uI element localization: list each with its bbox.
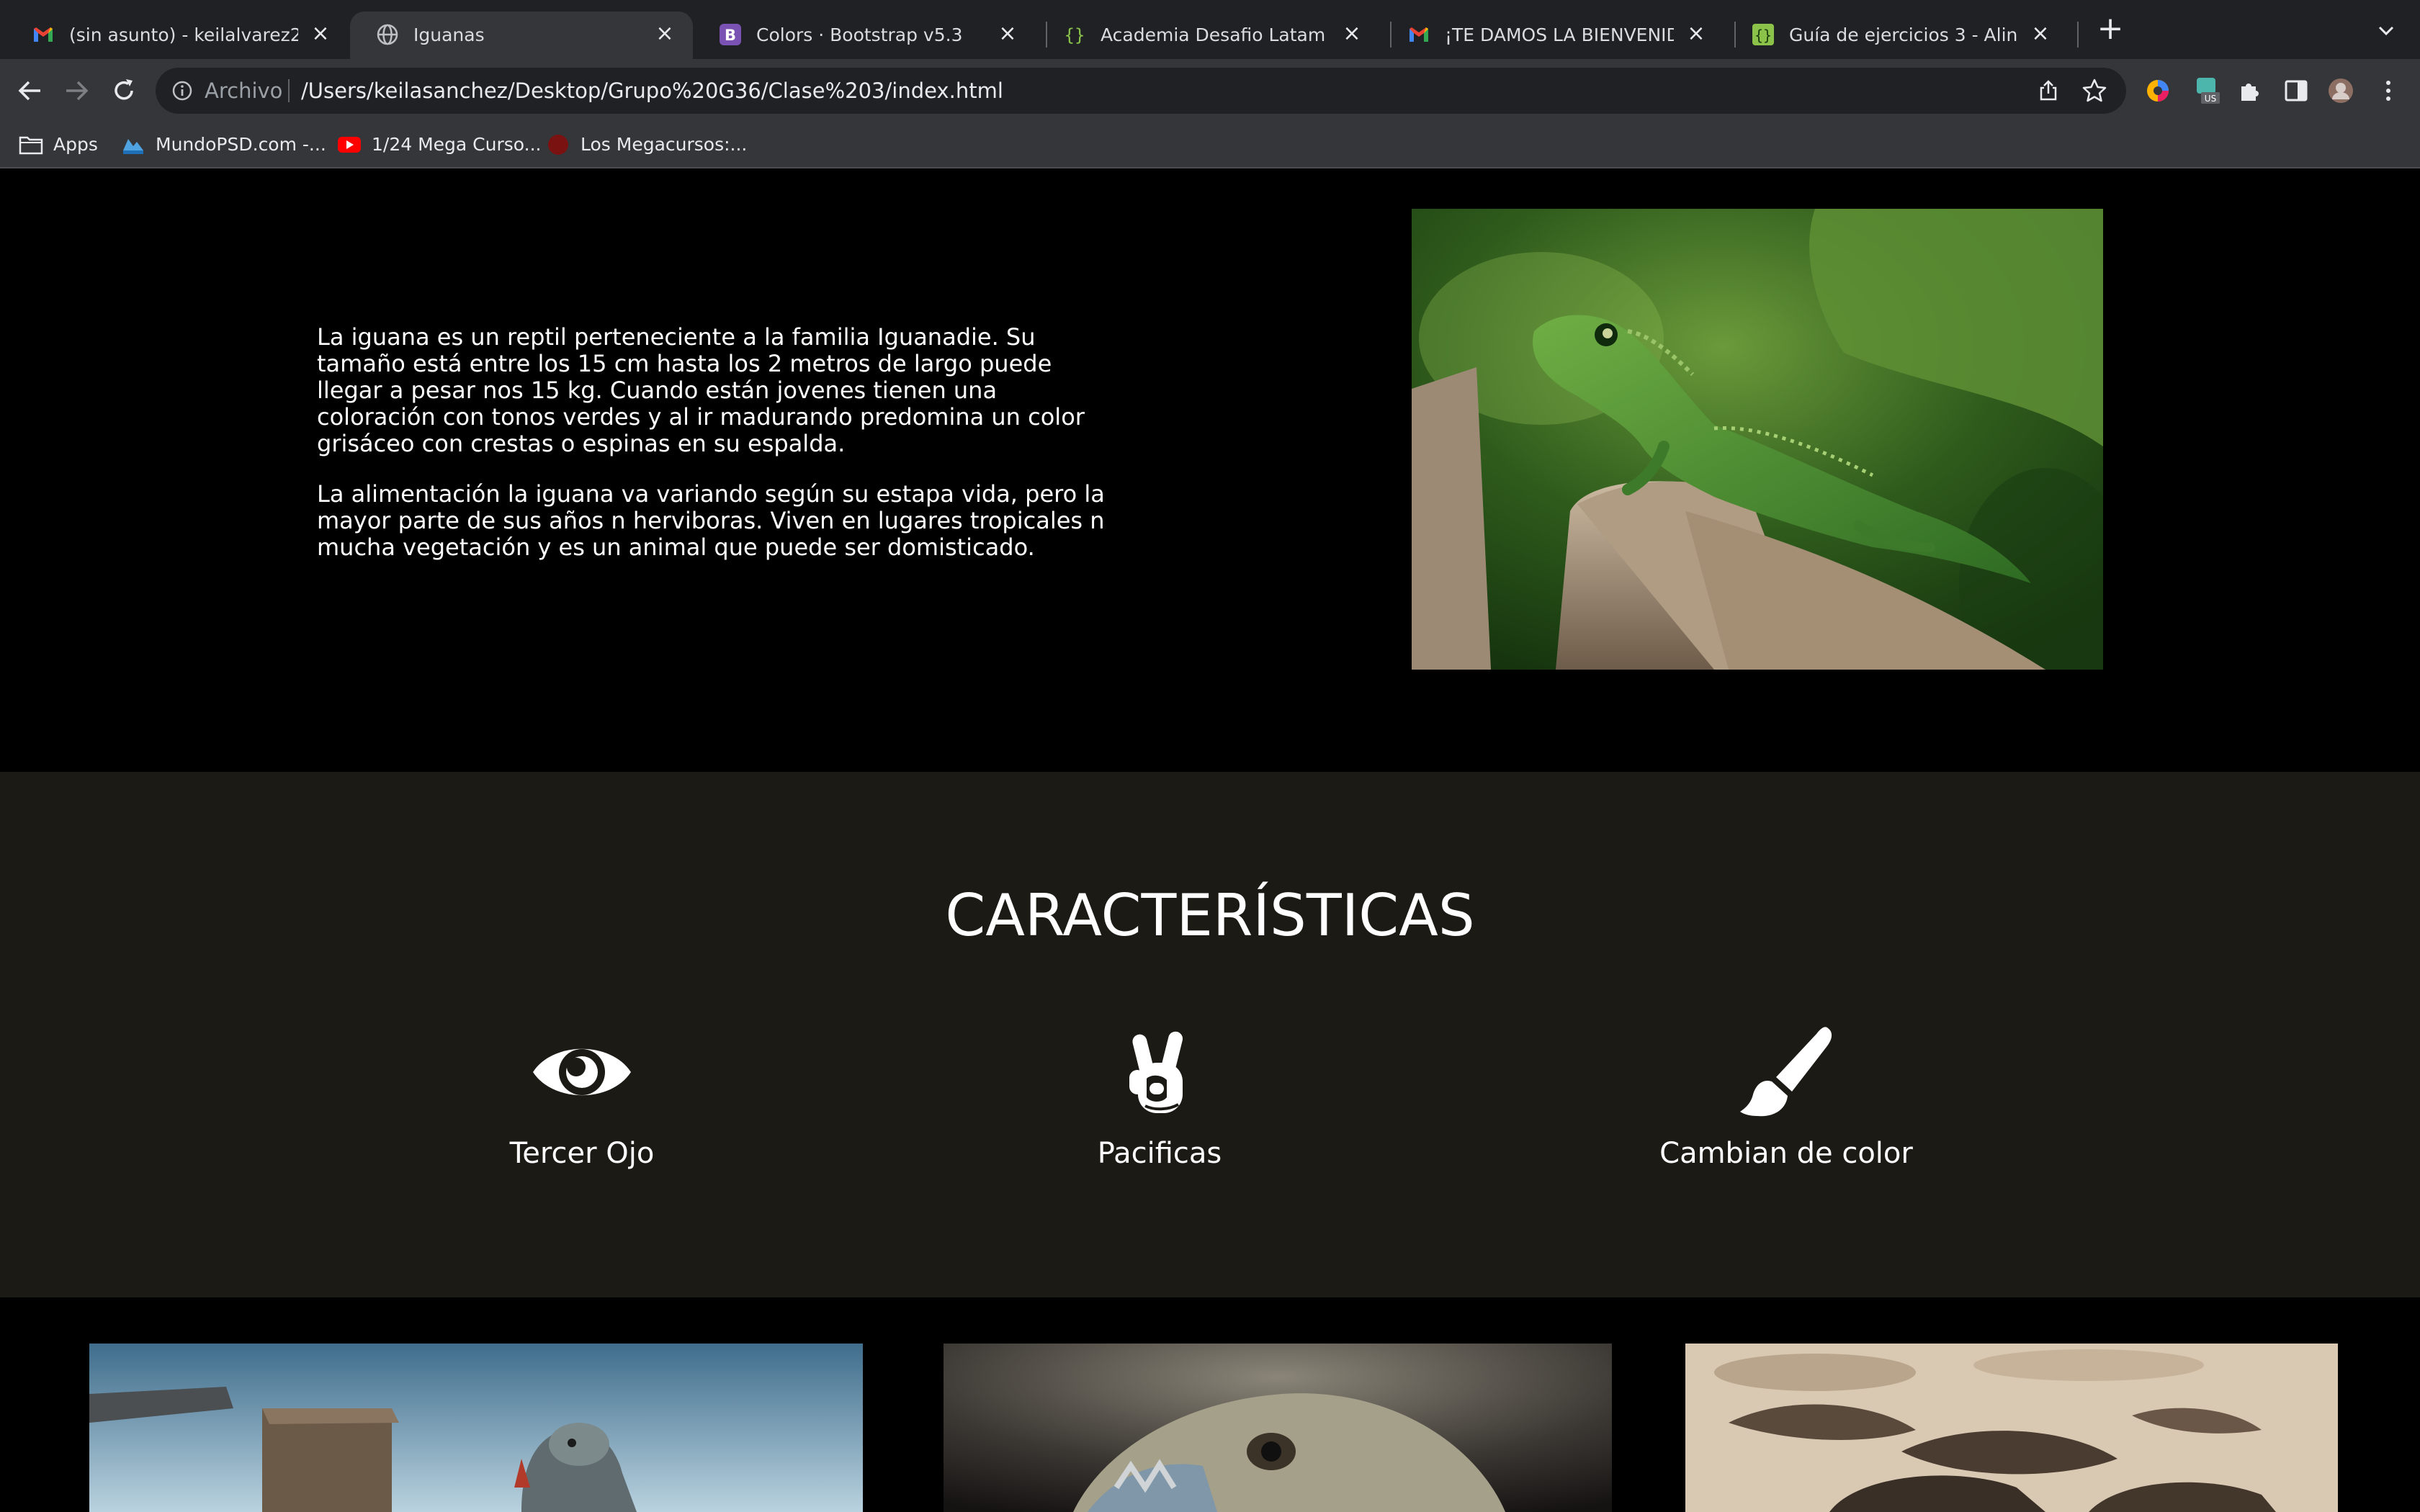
- profile-avatar-icon[interactable]: [2326, 76, 2355, 105]
- intro-paragraph-1: La iguana es un reptil perteneciente a l…: [317, 323, 1085, 457]
- youtube-icon: [338, 137, 361, 153]
- tab-desafio-latam[interactable]: {} Academia Desafio Latam - Des ×: [1037, 12, 1380, 59]
- tab-title: ¡TE DAMOS LA BIENVENIDA! F: [1445, 24, 1674, 45]
- address-bar[interactable]: Archivo /Users/keilasanchez/Desktop/Grup…: [156, 68, 2126, 114]
- svg-text:{}: {}: [1065, 25, 1085, 45]
- extension-badge: US: [2205, 94, 2216, 104]
- green-iguana-photo: [1412, 209, 2103, 670]
- gmail-icon: [1410, 27, 1428, 42]
- protocol-label: Archivo: [205, 78, 283, 103]
- tab-guia-ejercicios[interactable]: {} Guía de ejercicios 3 - Alineand ×: [1726, 12, 2069, 59]
- bookmark-star-icon[interactable]: [2081, 78, 2107, 104]
- bookmark-label: MundoPSD.com -...: [156, 134, 326, 155]
- iguana-closeup-photo: [944, 1344, 1612, 1512]
- tab-title: Academia Desafio Latam - Des: [1101, 24, 1330, 45]
- paint-brush-icon: [1740, 1027, 1832, 1117]
- url-text[interactable]: /Users/keilasanchez/Desktop/Grupo%20G36/…: [301, 78, 1003, 104]
- globe-icon: [377, 24, 398, 45]
- reload-icon[interactable]: [108, 75, 140, 107]
- translate-extension-icon[interactable]: US: [2192, 76, 2221, 105]
- tab-title: Colors · Bootstrap v5.3: [756, 24, 963, 45]
- omnibox-divider: [288, 79, 290, 102]
- bookmarks-bar: Apps MundoPSD.com -... 1/24 Mega Curso..…: [0, 122, 2420, 168]
- tab-strip: (sin asunto) - keilalvarez2011@ × Iguana…: [0, 0, 2420, 59]
- bootstrap-icon: B: [720, 24, 741, 45]
- color-picker-extension-icon[interactable]: [2143, 76, 2172, 105]
- intro-section: La iguana es un reptil perteneciente a l…: [0, 168, 2420, 772]
- browser-toolbar: Archivo /Users/keilasanchez/Desktop/Grup…: [0, 59, 2420, 122]
- share-icon[interactable]: [2037, 79, 2060, 102]
- braces-icon: {}: [1752, 24, 1774, 45]
- svg-text:B: B: [725, 27, 736, 44]
- feature-label: Pacificas: [1097, 1137, 1222, 1170]
- tab-title: Iguanas: [413, 24, 485, 45]
- tab-search-chevron-icon[interactable]: [2374, 19, 2398, 43]
- back-arrow-icon[interactable]: [14, 75, 46, 107]
- iguanas-on-sand-photo: [1685, 1344, 2338, 1512]
- feature-label: Tercer Ojo: [509, 1137, 655, 1170]
- close-tab-icon[interactable]: ×: [1684, 22, 1708, 46]
- close-tab-icon[interactable]: ×: [308, 22, 333, 46]
- features-section: CARACTERÍSTICAS Tercer Ojo Pacificas Cam…: [0, 772, 2420, 1297]
- tab-gmail-sin-asunto[interactable]: (sin asunto) - keilalvarez2011@ ×: [6, 12, 349, 59]
- bookmark-label: 1/24 Mega Curso...: [372, 134, 542, 155]
- features-heading: CARACTERÍSTICAS: [945, 882, 1475, 949]
- chrome-menu-icon[interactable]: [2374, 76, 2403, 105]
- feature-label: Cambian de color: [1659, 1137, 1913, 1170]
- svg-text:{}: {}: [1754, 27, 1772, 44]
- gallery-section: [0, 1297, 2420, 1512]
- close-tab-icon[interactable]: ×: [1340, 22, 1364, 46]
- feature-tercer-ojo: Tercer Ojo: [366, 1025, 798, 1191]
- new-tab-button[interactable]: +: [2096, 13, 2125, 45]
- tab-iguanas[interactable]: Iguanas ×: [350, 12, 693, 59]
- feature-pacificas: Pacificas: [944, 1025, 1376, 1191]
- tab-title: Guía de ejercicios 3 - Alineand: [1789, 24, 2018, 45]
- intro-paragraph-2: La alimentación la iguana va variando se…: [317, 480, 1105, 561]
- page-viewport: La iguana es un reptil perteneciente a l…: [0, 168, 2420, 1512]
- peace-hand-icon: [1129, 1031, 1183, 1113]
- side-panel-icon[interactable]: [2282, 76, 2311, 105]
- close-tab-icon[interactable]: ×: [653, 22, 677, 46]
- tab-bootstrap-colors[interactable]: B Colors · Bootstrap v5.3 ×: [693, 12, 1036, 59]
- iguana-by-water-photo: [89, 1344, 863, 1512]
- forward-arrow-icon[interactable]: [60, 75, 92, 107]
- megacursos-icon: [548, 135, 568, 155]
- extensions-puzzle-icon[interactable]: [2236, 76, 2264, 105]
- bookmark-label: Apps: [53, 134, 98, 155]
- apps-folder-icon: [19, 136, 43, 155]
- bookmark-label: Los Megacursos:...: [581, 134, 748, 155]
- gmail-icon: [34, 27, 53, 42]
- eye-icon: [533, 1048, 631, 1096]
- close-tab-icon[interactable]: ×: [995, 22, 1020, 46]
- close-tab-icon[interactable]: ×: [2028, 22, 2053, 46]
- braces-icon: {}: [1065, 25, 1085, 45]
- site-info-icon[interactable]: [171, 80, 193, 102]
- tab-title: (sin asunto) - keilalvarez2011@: [69, 24, 298, 45]
- tab-separator: [2077, 22, 2079, 48]
- feature-cambian-de-color: Cambian de color: [1570, 1025, 2002, 1191]
- tab-gmail-bienvenida[interactable]: ¡TE DAMOS LA BIENVENIDA! F ×: [1381, 12, 1724, 59]
- mundopsd-icon: [123, 139, 143, 154]
